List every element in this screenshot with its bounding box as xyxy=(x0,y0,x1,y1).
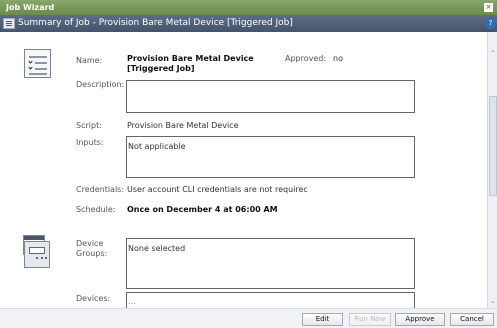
inputs-value: Not applicable xyxy=(128,142,186,151)
close-icon[interactable]: × xyxy=(484,3,493,12)
devices-field[interactable]: ... xyxy=(126,292,415,308)
vertical-scrollbar[interactable]: ⌃ ⌄ xyxy=(487,32,497,308)
description-field[interactable] xyxy=(126,80,415,113)
device-groups-label-line1: Device xyxy=(76,239,104,248)
name-label: Name: xyxy=(76,56,103,65)
window-title: Job Wizard xyxy=(6,3,55,12)
help-icon[interactable]: ? xyxy=(486,18,495,29)
approve-button[interactable]: Approve xyxy=(395,313,445,326)
page-header: Summary of Job - Provision Bare Metal De… xyxy=(0,15,497,32)
scroll-up-icon[interactable]: ⌃ xyxy=(489,50,497,58)
credentials-value: User account CLI credentials are not req… xyxy=(127,185,308,194)
device-groups-label: Device Groups: xyxy=(76,239,107,259)
approved-label: Approved: xyxy=(285,54,327,63)
inputs-label: Inputs: xyxy=(76,138,104,147)
schedule-value: Once on December 4 at 06:00 AM xyxy=(127,205,278,214)
credentials-label: Credentials: xyxy=(76,185,125,194)
run-now-button[interactable]: Run Now xyxy=(349,313,391,326)
job-name-value: Provision Bare Metal Device [Triggered J… xyxy=(127,54,254,73)
edit-button[interactable]: Edit xyxy=(302,313,343,326)
script-value: Provision Bare Metal Device xyxy=(127,121,239,130)
devices-label: Devices: xyxy=(76,294,111,303)
device-groups-label-line2: Groups: xyxy=(76,249,108,258)
device-groups-icon xyxy=(24,241,50,268)
device-groups-value: None selected xyxy=(128,244,186,253)
approved-value: no xyxy=(333,54,343,63)
device-groups-field[interactable]: None selected xyxy=(126,238,415,289)
job-summary-icon xyxy=(24,49,51,78)
window-titlebar: Job Wizard × xyxy=(0,0,497,15)
wizard-footer: Edit Run Now Approve Cancel xyxy=(0,308,497,328)
summary-content: Name: Provision Bare Metal Device [Trigg… xyxy=(0,32,487,308)
script-label: Script: xyxy=(76,121,102,130)
description-label: Description: xyxy=(76,80,125,89)
devices-value: ... xyxy=(128,297,136,306)
cancel-button[interactable]: Cancel xyxy=(450,313,494,326)
inputs-field[interactable]: Not applicable xyxy=(126,136,415,178)
summary-icon xyxy=(3,18,15,29)
scroll-thumb[interactable] xyxy=(489,96,497,196)
page-title: Summary of Job - Provision Bare Metal De… xyxy=(18,18,293,28)
schedule-label: Schedule: xyxy=(76,205,116,214)
scroll-down-icon[interactable]: ⌄ xyxy=(489,298,497,306)
